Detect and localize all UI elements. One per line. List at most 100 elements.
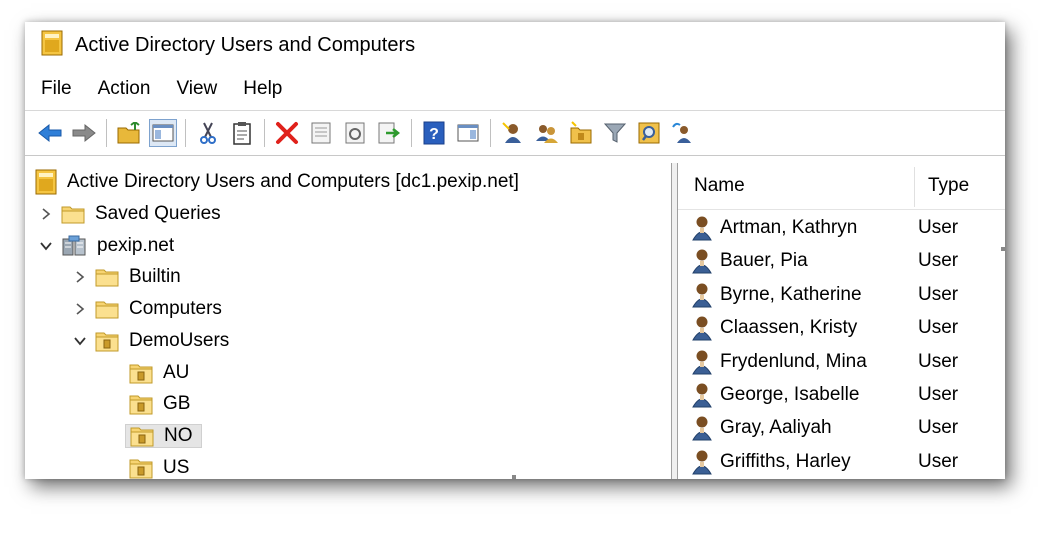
console-tree[interactable]: Active Directory Users and Computers [dc… <box>25 163 672 479</box>
user-name: Byrne, Katherine <box>720 283 862 305</box>
object-type: User <box>918 417 959 439</box>
tree-item-root[interactable]: Active Directory Users and Computers [dc… <box>35 167 519 197</box>
export-list-button[interactable] <box>375 119 403 147</box>
tree-item-label: DemoUsers <box>129 329 230 351</box>
filter-icon <box>603 121 627 145</box>
forward-arrow-icon <box>72 123 96 143</box>
back-arrow-icon <box>38 123 62 143</box>
user-icon <box>692 315 714 341</box>
expand-chevron-right-icon[interactable] <box>37 207 55 221</box>
list-item[interactable]: Artman, Kathryn User <box>692 213 958 243</box>
domain-icon <box>61 235 87 257</box>
toolbar-separator <box>185 119 186 147</box>
delete-button[interactable] <box>273 119 301 147</box>
results-pane[interactable]: Name Type Artman, Kathryn User Bauer, Pia U… <box>678 163 1005 479</box>
add-to-group-button[interactable] <box>669 119 697 147</box>
object-type: User <box>918 217 959 238</box>
ad-folder-icon <box>41 30 63 61</box>
tree-item-label: US <box>163 456 190 478</box>
tree-item-no[interactable]: NO <box>105 421 202 451</box>
tree-item-label: Builtin <box>129 266 181 288</box>
user-name: George, Isabelle <box>720 384 860 405</box>
up-folder-button[interactable] <box>115 119 143 147</box>
list-item[interactable]: Frydenlund, Mina User <box>692 347 958 377</box>
tree-item-label: pexip.net <box>97 234 175 256</box>
user-icon <box>692 415 714 441</box>
tree-item-gb[interactable]: GB <box>105 389 190 419</box>
up-folder-icon <box>117 122 141 144</box>
forward-arrow-button[interactable] <box>70 119 98 147</box>
object-type: User <box>918 350 959 372</box>
tree-item-label: NO <box>164 424 193 446</box>
properties-icon <box>310 121 332 145</box>
tree-item-builtin[interactable]: Builtin <box>71 262 181 292</box>
export-list-icon <box>377 121 401 145</box>
cut-button[interactable] <box>194 119 222 147</box>
menu-file[interactable]: File <box>41 78 72 100</box>
tree-item-label: GB <box>163 393 191 415</box>
filter-button[interactable] <box>601 119 629 147</box>
tree-scroll-marker <box>512 475 516 479</box>
list-item[interactable]: Byrne, Katherine User <box>692 280 958 310</box>
cut-icon <box>198 121 218 145</box>
ou-folder-icon <box>95 330 119 352</box>
refresh-button[interactable] <box>341 119 369 147</box>
properties-button[interactable] <box>307 119 335 147</box>
menu-action[interactable]: Action <box>98 78 151 100</box>
tree-item-us[interactable]: US <box>105 453 189 479</box>
menu-help[interactable]: Help <box>243 78 282 100</box>
new-user-button[interactable] <box>499 119 527 147</box>
action-pane-button[interactable] <box>454 119 482 147</box>
find-button[interactable] <box>635 119 663 147</box>
tree-item-computers[interactable]: Computers <box>71 294 222 324</box>
help-button[interactable]: ? <box>420 119 448 147</box>
selected-highlight: NO <box>125 423 202 448</box>
user-name: Griffiths, Harley <box>720 450 851 472</box>
column-header-name[interactable]: Name <box>694 163 745 209</box>
expand-chevron-right-icon[interactable] <box>71 302 89 316</box>
user-name: Frydenlund, Mina <box>720 350 867 372</box>
tree-item-saved-queries[interactable]: Saved Queries <box>37 199 221 229</box>
content-panes: Active Directory Users and Computers [dc… <box>25 163 1005 479</box>
menu-view[interactable]: View <box>176 78 217 100</box>
list-item[interactable]: Gray, Aaliyah User <box>692 413 958 443</box>
tree-item-label: Active Directory Users and Computers [dc… <box>67 171 519 192</box>
title-bar: Active Directory Users and Computers <box>25 22 1005 68</box>
expand-chevron-right-icon[interactable] <box>71 270 89 284</box>
folder-icon <box>95 267 119 287</box>
list-item[interactable]: Claassen, Kristy User <box>692 313 958 343</box>
tree-item-pexip-net[interactable]: pexip.net <box>37 231 174 261</box>
expand-chevron-down-icon[interactable] <box>37 241 55 251</box>
ou-folder-icon <box>129 457 153 479</box>
show-console-tree-button[interactable] <box>149 119 177 147</box>
tree-item-label: AU <box>163 361 190 383</box>
new-ou-button[interactable] <box>567 119 595 147</box>
help-icon: ? <box>423 121 445 145</box>
tree-item-label: Saved Queries <box>95 203 221 224</box>
tree-item-au[interactable]: AU <box>105 358 189 388</box>
toolbar-separator <box>264 119 265 147</box>
object-type: User <box>918 317 959 339</box>
ou-folder-icon <box>129 362 153 384</box>
new-ou-icon <box>569 121 593 145</box>
action-pane-icon <box>457 124 479 142</box>
user-icon <box>692 215 714 241</box>
back-arrow-button[interactable] <box>36 119 64 147</box>
list-scroll-marker <box>1001 247 1005 251</box>
clipboard-icon <box>232 121 252 145</box>
object-type: User <box>918 283 959 305</box>
folder-icon <box>61 204 85 224</box>
list-item[interactable]: George, Isabelle User <box>692 380 958 410</box>
tree-item-demousers[interactable]: DemoUsers <box>71 326 229 356</box>
list-header: Name Type <box>678 163 1005 210</box>
expand-chevron-down-icon[interactable] <box>71 336 89 346</box>
ad-root-icon <box>35 169 57 195</box>
column-separator[interactable] <box>914 167 915 207</box>
list-item[interactable]: Griffiths, Harley User <box>692 447 958 477</box>
clipboard-button[interactable] <box>228 119 256 147</box>
list-item[interactable]: Bauer, Pia User <box>692 246 958 276</box>
new-group-button[interactable] <box>533 119 561 147</box>
column-header-type[interactable]: Type <box>928 163 969 209</box>
user-name: Gray, Aaliyah <box>720 417 832 439</box>
new-group-icon <box>534 121 560 145</box>
